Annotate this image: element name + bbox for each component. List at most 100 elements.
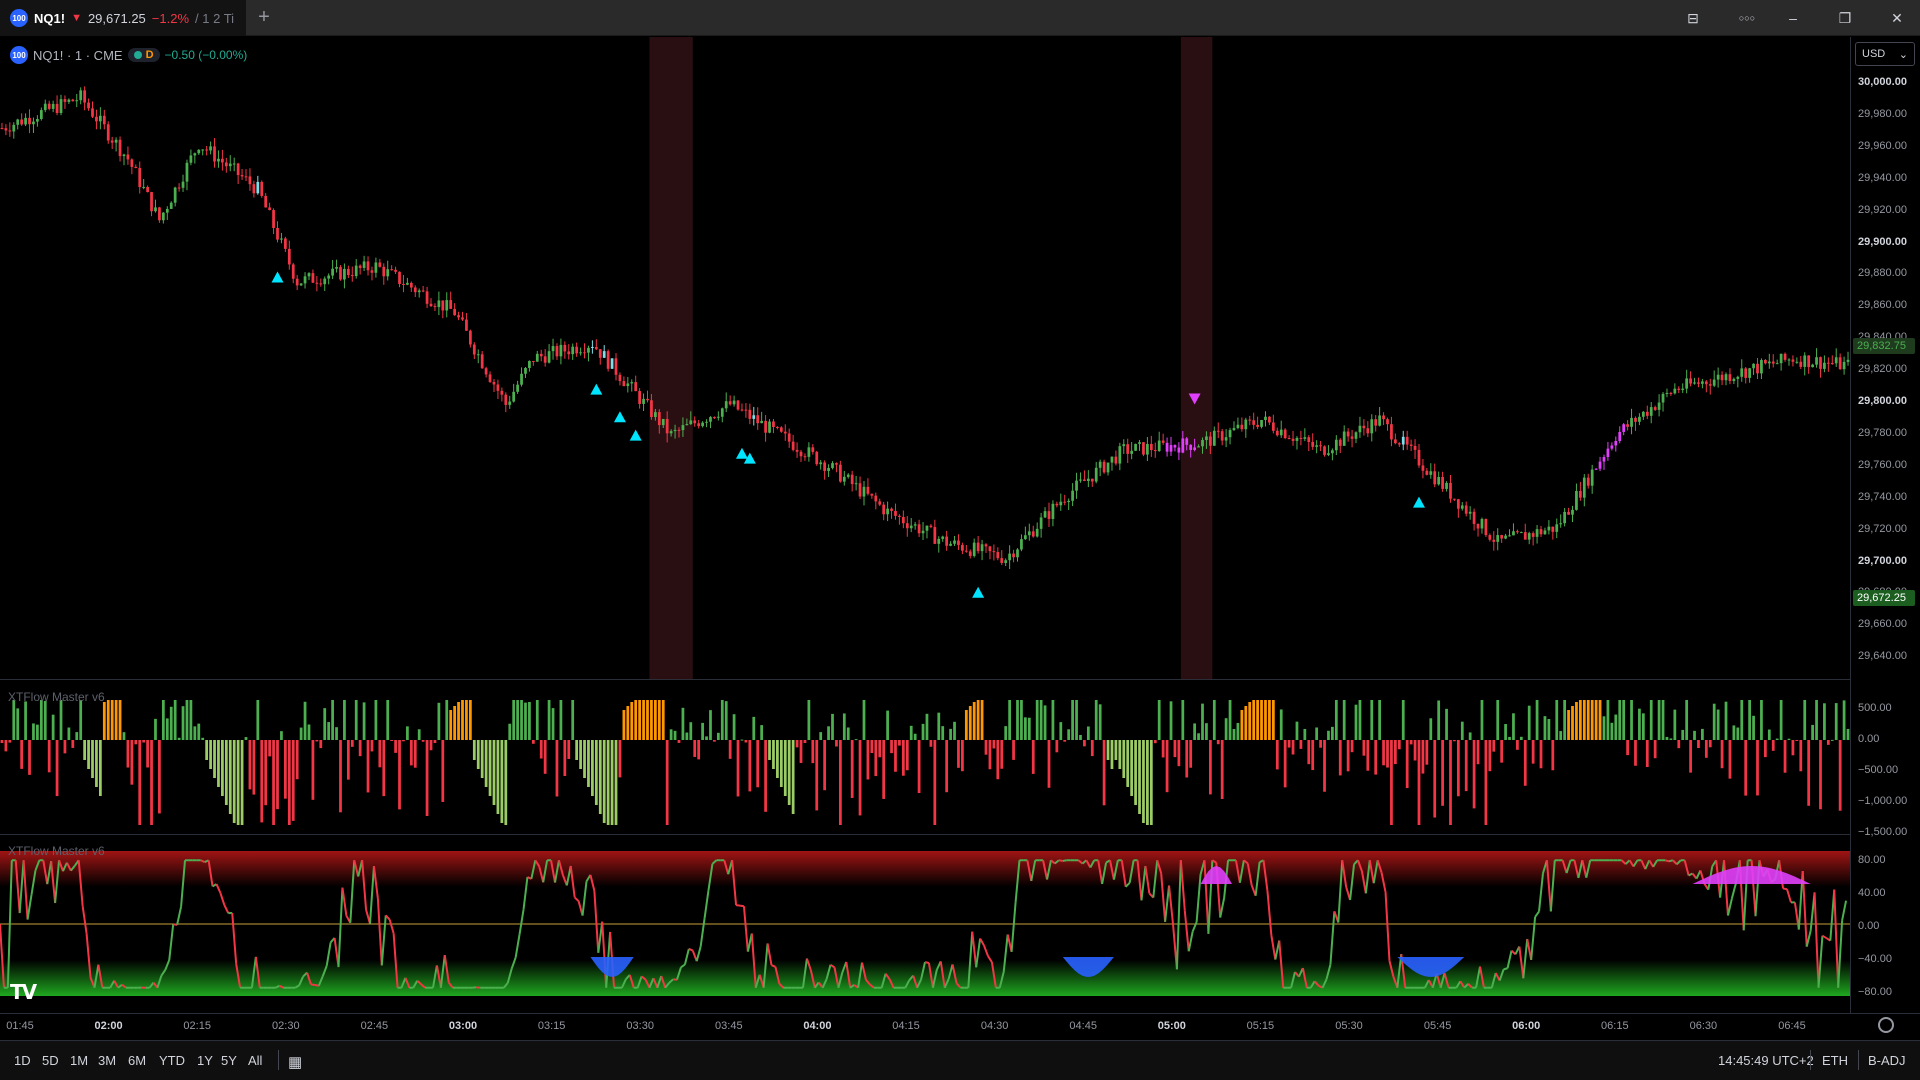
histogram-bar: [642, 700, 645, 740]
buy-signal-icon: [629, 429, 642, 441]
restore-button[interactable]: ❐: [1822, 0, 1868, 36]
chart-tab[interactable]: 100 NQ1! ▼ 29,671.25 −1.2% / 1 2 Ti: [0, 0, 246, 36]
candle-body: [1535, 529, 1539, 537]
price-axis-label: 29,860.00: [1858, 299, 1907, 312]
candle-body: [1811, 364, 1814, 368]
histogram-bar: [1488, 740, 1492, 772]
osc1-axis-label: −1,500.00: [1858, 826, 1908, 838]
range-5d[interactable]: 5D: [42, 1053, 59, 1068]
osc2-title[interactable]: XTFlow Master v6: [8, 844, 105, 858]
histogram-bar: [1708, 740, 1712, 748]
candle-body: [189, 155, 193, 163]
candle-body: [831, 463, 834, 468]
range-1m[interactable]: 1M: [70, 1053, 88, 1068]
histogram-bar: [819, 732, 823, 740]
candle-body: [1618, 431, 1622, 441]
histogram-bar: [161, 700, 165, 740]
candle-body: [1575, 490, 1578, 510]
histogram-bar: [39, 700, 43, 740]
histogram-bar: [858, 740, 862, 816]
candle-body: [1732, 378, 1736, 382]
candle-body: [957, 540, 960, 545]
candle-body: [425, 291, 429, 304]
candle-body: [874, 495, 878, 502]
price-axis-label: 29,920.00: [1858, 203, 1907, 216]
range-1y[interactable]: 1Y: [197, 1053, 213, 1068]
range-all[interactable]: All: [248, 1053, 262, 1068]
candle-body: [661, 418, 665, 426]
candle-body: [772, 421, 775, 428]
histogram-bar: [1547, 719, 1551, 740]
candle-body: [161, 212, 165, 221]
time-axis-label: 04:00: [803, 1020, 832, 1032]
histogram-bar: [1114, 740, 1118, 760]
osc1-title[interactable]: XTFlow Master v6: [8, 690, 105, 704]
volume-flow-histogram: [0, 700, 1850, 825]
candle-body: [1126, 444, 1130, 454]
histogram-bar: [976, 700, 980, 740]
histogram-bar: [1456, 740, 1460, 797]
candle-body: [1031, 531, 1035, 537]
pane-separator[interactable]: [0, 679, 1850, 680]
candle-body: [264, 195, 268, 208]
histogram-bar: [807, 700, 811, 740]
market-status-badge[interactable]: D: [127, 48, 160, 62]
candle-body: [114, 139, 118, 143]
candle-body: [343, 268, 346, 280]
candle-body: [622, 381, 626, 387]
histogram-bar: [1500, 740, 1504, 763]
candle-body: [331, 268, 334, 276]
legend-symbol[interactable]: NQ1! · 1 · CME: [33, 48, 123, 63]
time-axis-label: 05:30: [1335, 1020, 1363, 1032]
candle-body: [173, 187, 177, 203]
candle-body: [51, 103, 55, 109]
histogram-bar: [1342, 700, 1346, 740]
osc1-axis-label: 500.00: [1858, 702, 1892, 714]
histogram-bar: [1799, 740, 1803, 772]
range-5y[interactable]: 5Y: [221, 1053, 237, 1068]
candle-body: [516, 384, 519, 392]
histogram-bar: [1823, 703, 1826, 740]
histogram-bar: [1047, 740, 1051, 788]
minimize-button[interactable]: –: [1770, 0, 1816, 36]
candle-body: [1051, 503, 1055, 519]
histogram-bar: [1626, 740, 1629, 756]
histogram-bar: [221, 740, 224, 796]
range-3m[interactable]: 3M: [98, 1053, 116, 1068]
candle-body: [1043, 511, 1047, 518]
pane-separator[interactable]: [0, 834, 1850, 835]
candle-body: [1397, 443, 1401, 445]
layout-icon[interactable]: ⊟: [1670, 0, 1716, 36]
histogram-bar: [406, 726, 409, 740]
clock[interactable]: 14:45:49 UTC+2: [1718, 1053, 1814, 1068]
new-tab-button[interactable]: +: [252, 6, 276, 30]
chart-canvas[interactable]: [0, 37, 1850, 1013]
histogram-bar: [248, 740, 252, 790]
adjustment-toggle[interactable]: B-ADJ: [1868, 1053, 1906, 1068]
candle-body: [1331, 450, 1334, 454]
candle-body: [1736, 376, 1740, 379]
histogram-bar: [1484, 740, 1488, 825]
histogram-bar: [240, 740, 244, 825]
range-6m[interactable]: 6M: [128, 1053, 146, 1068]
range-1d[interactable]: 1D: [14, 1053, 31, 1068]
gear-icon[interactable]: [1878, 1017, 1894, 1033]
candle-body: [618, 374, 622, 382]
candle-body: [768, 421, 771, 433]
candle-body: [252, 184, 256, 194]
close-button[interactable]: ✕: [1874, 0, 1920, 36]
histogram-bar: [594, 740, 598, 805]
histogram-bar: [1075, 700, 1078, 740]
more-icon[interactable]: ○○○: [1724, 0, 1770, 36]
calendar-icon[interactable]: ▦: [288, 1053, 302, 1071]
buy-signal-icon: [613, 411, 626, 423]
candle-body: [1012, 553, 1015, 558]
range-ytd[interactable]: YTD: [159, 1053, 185, 1068]
oscillator-segment: [573, 896, 580, 902]
session-toggle[interactable]: ETH: [1822, 1053, 1848, 1068]
candle-body: [1338, 439, 1342, 446]
histogram-bar: [1622, 700, 1626, 740]
candle-body: [303, 276, 307, 284]
histogram-bar: [118, 700, 122, 740]
currency-selector[interactable]: USD ⌄: [1855, 42, 1915, 66]
